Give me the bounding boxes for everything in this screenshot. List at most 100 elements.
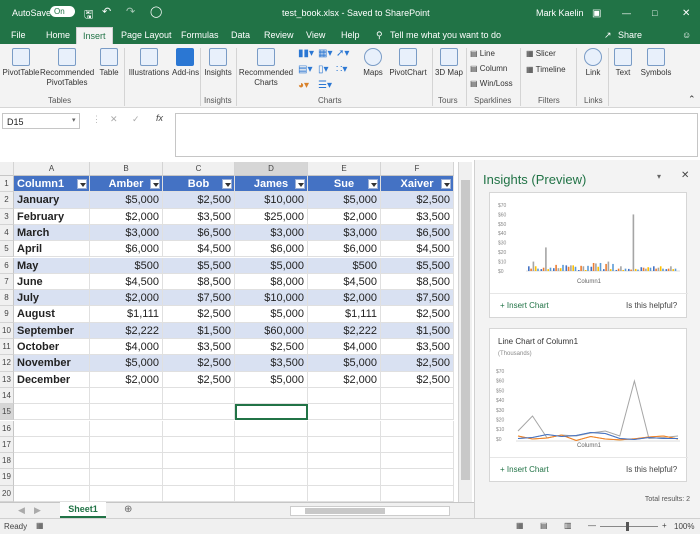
filter-dropdown-icon[interactable] [295, 179, 305, 189]
sparkline-column-button[interactable]: ▤ Column [470, 64, 507, 73]
table-cell[interactable]: $2,500 [235, 339, 308, 356]
prev-sheet-icon[interactable]: ◀ [18, 505, 25, 516]
row-header[interactable]: 12 [0, 355, 14, 372]
table-cell[interactable]: $4,000 [90, 339, 163, 356]
normal-view-icon[interactable]: ▦ [516, 521, 524, 530]
undo-icon[interactable]: ↶ [102, 5, 111, 18]
zoom-slider[interactable] [600, 526, 658, 527]
table-cell[interactable]: $2,000 [308, 371, 381, 388]
grid-cell[interactable] [90, 436, 163, 454]
row-header[interactable]: 17 [0, 436, 14, 454]
redo-icon[interactable]: ↷ [126, 5, 135, 18]
row-header[interactable]: 5 [0, 241, 14, 258]
timeline-button[interactable]: ▦ Timeline [526, 65, 566, 74]
grid-cell[interactable] [308, 436, 381, 454]
row-header[interactable]: 15 [0, 404, 14, 421]
bar-chart-icon[interactable]: ▤▾ [298, 64, 312, 75]
scatter-chart-icon[interactable]: ∷▾ [336, 64, 347, 75]
table-cell[interactable]: July [14, 290, 90, 307]
table-header-cell[interactable]: Sue [308, 176, 381, 193]
table-cell[interactable]: $1,500 [163, 322, 235, 339]
row-header[interactable]: 3 [0, 208, 14, 225]
column-header[interactable]: C [163, 162, 235, 176]
table-cell[interactable]: $6,500 [163, 224, 235, 242]
table-cell[interactable]: $3,500 [381, 339, 454, 356]
tab-formulas[interactable]: Formulas [181, 30, 219, 40]
ribbon-display-icon[interactable]: ▣ [592, 8, 601, 19]
vertical-scrollbar[interactable] [458, 162, 472, 502]
addins-button[interactable]: Add-ins [172, 48, 199, 78]
row-header[interactable]: 4 [0, 224, 14, 242]
table-cell[interactable]: $1,111 [90, 306, 163, 323]
table-cell[interactable]: $5,000 [90, 355, 163, 372]
row-header[interactable]: 11 [0, 339, 14, 356]
column-header[interactable]: B [90, 162, 163, 176]
table-cell[interactable]: $8,500 [381, 273, 454, 291]
table-cell[interactable]: $3,000 [235, 224, 308, 242]
table-cell[interactable]: $6,000 [235, 241, 308, 258]
statistic-chart-icon[interactable]: ▯▾ [318, 64, 329, 75]
insert-function-icon[interactable]: fx [156, 113, 163, 123]
grid-cell[interactable] [163, 469, 235, 486]
table-cell[interactable]: $25,000 [235, 208, 308, 225]
table-cell[interactable]: May [14, 257, 90, 274]
table-cell[interactable]: $5,000 [235, 257, 308, 274]
zoom-out-icon[interactable]: — [588, 521, 596, 530]
grid-cell[interactable] [90, 387, 163, 405]
insight-card[interactable]: Line Chart of Column1 (Thousands) $70 $60… [489, 328, 688, 482]
insert-chart-button[interactable]: + Insert Chart [500, 301, 549, 310]
row-header[interactable]: 13 [0, 371, 14, 388]
table-cell[interactable]: $4,500 [90, 273, 163, 291]
sparkline-winloss-button[interactable]: ▤ Win/Loss [470, 79, 513, 88]
table-cell[interactable]: $3,500 [381, 208, 454, 225]
grid-cell[interactable] [14, 453, 90, 470]
table-cell[interactable]: September [14, 322, 90, 339]
row-header[interactable]: 19 [0, 469, 14, 486]
table-cell[interactable]: $2,222 [90, 322, 163, 339]
table-header-cell[interactable]: Column1 [14, 176, 90, 193]
table-cell[interactable]: $6,000 [90, 241, 163, 258]
grid-cell[interactable] [14, 485, 90, 502]
smiley-icon[interactable]: ☺ [682, 30, 691, 40]
table-cell[interactable]: October [14, 339, 90, 356]
filter-dropdown-icon[interactable] [368, 179, 378, 189]
table-button[interactable]: Table [96, 48, 122, 78]
grid-cell[interactable] [381, 485, 454, 502]
table-cell[interactable]: $2,500 [381, 306, 454, 323]
grid-cell[interactable] [381, 453, 454, 470]
pie-chart-icon[interactable]: ◕▾ [298, 80, 309, 91]
column-header[interactable]: A [14, 162, 90, 176]
maps-button[interactable]: Maps [360, 48, 386, 78]
column-chart-icon[interactable]: ▮▮▾ [298, 48, 314, 59]
zoom-slider-handle[interactable] [626, 522, 629, 531]
table-cell[interactable]: $2,000 [90, 208, 163, 225]
table-cell[interactable]: $6,000 [308, 241, 381, 258]
filter-dropdown-icon[interactable] [150, 179, 160, 189]
table-cell[interactable]: $6,500 [381, 224, 454, 242]
hierarchy-chart-icon[interactable]: ▦▾ [318, 48, 332, 59]
formula-input[interactable] [175, 113, 698, 157]
grid-cell[interactable] [381, 469, 454, 486]
grid-cell[interactable] [235, 387, 308, 405]
scroll-thumb[interactable] [461, 180, 470, 480]
line-chart-icon[interactable]: ➚▾ [336, 48, 349, 59]
grid-cell[interactable] [235, 485, 308, 502]
select-all-corner[interactable] [0, 162, 14, 176]
grid-cell[interactable] [381, 404, 454, 421]
tab-file[interactable]: File [11, 30, 26, 40]
tab-help[interactable]: Help [341, 30, 360, 40]
table-header-cell[interactable]: Amber [90, 176, 163, 193]
grid-cell[interactable] [14, 469, 90, 486]
table-cell[interactable]: $3,000 [308, 224, 381, 242]
table-cell[interactable]: $7,500 [381, 290, 454, 307]
table-cell[interactable]: December [14, 371, 90, 388]
grid-cell[interactable] [90, 453, 163, 470]
grid-cell[interactable] [90, 485, 163, 502]
zoom-in-icon[interactable]: + [662, 521, 667, 530]
row-header[interactable]: 10 [0, 322, 14, 339]
tab-page-layout[interactable]: Page Layout [121, 30, 172, 40]
table-cell[interactable]: $2,500 [163, 192, 235, 209]
page-break-view-icon[interactable]: ▥ [564, 521, 572, 530]
tab-data[interactable]: Data [231, 30, 250, 40]
tab-review[interactable]: Review [264, 30, 294, 40]
